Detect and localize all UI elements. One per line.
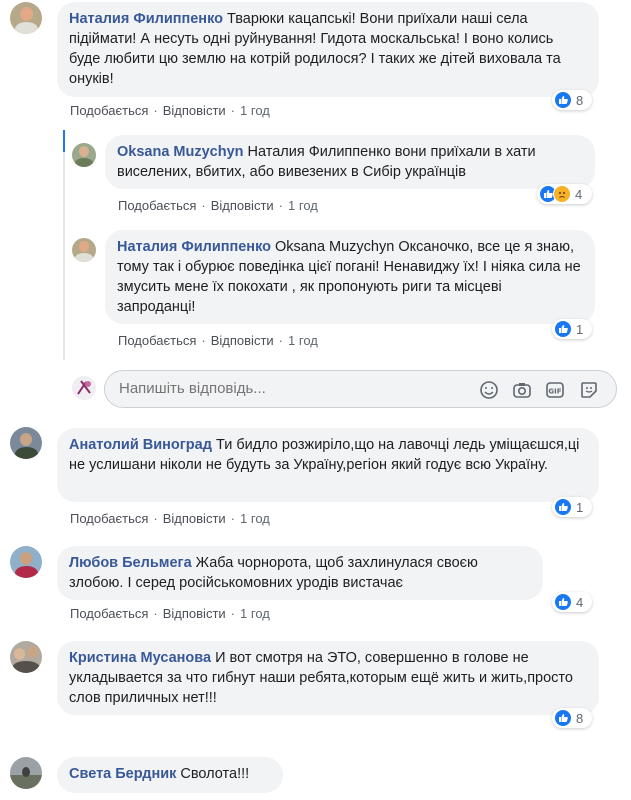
- comment-timestamp[interactable]: 1 год: [240, 103, 270, 118]
- like-button[interactable]: Подобається: [118, 333, 196, 348]
- reply-button[interactable]: Відповісти: [163, 606, 226, 621]
- my-avatar: [72, 376, 96, 400]
- sticker-icon[interactable]: [579, 380, 599, 400]
- comment-actions: Подобається · Відповісти · 1 год: [70, 103, 270, 118]
- comment-timestamp[interactable]: 1 год: [288, 198, 318, 213]
- comment-author[interactable]: Наталия Филиппенко: [69, 11, 223, 27]
- comment-bubble: Любов Бельмега Жаба чорнорота, щоб захли…: [57, 546, 543, 600]
- gif-icon[interactable]: GIF: [545, 380, 565, 400]
- like-button[interactable]: Подобається: [118, 198, 196, 213]
- like-icon: [554, 320, 572, 338]
- reply-button[interactable]: Відповісти: [211, 333, 274, 348]
- like-button[interactable]: Подобається: [70, 103, 148, 118]
- reaction-count[interactable]: 8: [552, 90, 592, 110]
- reply-composer[interactable]: GIF: [104, 370, 617, 408]
- avatar[interactable]: [10, 757, 42, 789]
- camera-icon[interactable]: [512, 380, 532, 400]
- reaction-count[interactable]: 1: [552, 319, 592, 339]
- emoji-icon[interactable]: [479, 380, 499, 400]
- reply-thread-line: [63, 130, 65, 360]
- comment-timestamp[interactable]: 1 год: [240, 511, 270, 526]
- comment-author[interactable]: Анатолий Виноград: [69, 437, 212, 453]
- comment-bubble: Oksana Muzychyn Наталия Филиппенко вони …: [105, 135, 595, 189]
- comment-bubble: Анатолий Виноград Ти бидло розжиріло,що …: [57, 428, 599, 502]
- reaction-count[interactable]: 4: [552, 592, 592, 612]
- comment-bubble: Света Бердник Сволота!!!: [57, 757, 283, 793]
- comment-author[interactable]: Oksana Muzychyn: [117, 144, 244, 160]
- comment-actions: Подобається · Відповісти · 1 год: [118, 198, 318, 213]
- reaction-count[interactable]: 1: [552, 497, 592, 517]
- reply-input[interactable]: [119, 380, 449, 397]
- like-icon: [554, 709, 572, 727]
- comment-bubble: Наталия Филиппенко Oksana Muzychyn Оксан…: [105, 230, 595, 324]
- avatar[interactable]: [72, 238, 96, 262]
- comment-bubble: Наталия Филиппенко Тварюки кацапські! Во…: [57, 2, 599, 97]
- like-icon: [554, 498, 572, 516]
- comment-actions: Подобається · Відповісти · 1 год: [70, 511, 270, 526]
- comment-actions: Подобається · Відповісти · 1 год: [118, 333, 318, 348]
- comment-author[interactable]: Наталия Филиппенко: [117, 239, 271, 255]
- reply-button[interactable]: Відповісти: [211, 198, 274, 213]
- like-button[interactable]: Подобається: [70, 606, 148, 621]
- avatar[interactable]: [72, 143, 96, 167]
- comment-bubble: Кристина Мусанова И вот смотря на ЭТО, с…: [57, 641, 599, 715]
- avatar[interactable]: [10, 427, 42, 459]
- reaction-count[interactable]: 4: [537, 184, 592, 204]
- comment-timestamp[interactable]: 1 год: [288, 333, 318, 348]
- like-button[interactable]: Подобається: [70, 511, 148, 526]
- comment-author[interactable]: Света Бердник: [69, 766, 176, 782]
- reply-button[interactable]: Відповісти: [163, 103, 226, 118]
- avatar[interactable]: [10, 546, 42, 578]
- reply-button[interactable]: Відповісти: [163, 511, 226, 526]
- comment-timestamp[interactable]: 1 год: [240, 606, 270, 621]
- comment-author[interactable]: Любов Бельмега: [69, 555, 192, 571]
- comment-text: Сволота!!!: [180, 766, 250, 782]
- avatar[interactable]: [10, 2, 42, 34]
- reaction-count[interactable]: 8: [552, 708, 592, 728]
- svg-text:GIF: GIF: [548, 388, 561, 396]
- reply-thread-marker: [63, 130, 65, 152]
- like-icon: [554, 593, 572, 611]
- comment-actions: Подобається · Відповісти · 1 год: [70, 606, 270, 621]
- avatar[interactable]: [10, 641, 42, 673]
- comment-author[interactable]: Кристина Мусанова: [69, 650, 211, 666]
- sad-icon: [553, 185, 571, 203]
- like-icon: [554, 91, 572, 109]
